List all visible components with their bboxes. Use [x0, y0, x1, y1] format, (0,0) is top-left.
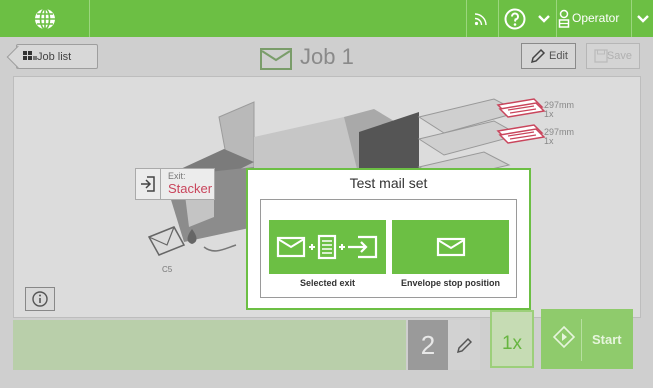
globe-icon: [34, 7, 55, 30]
pencil-icon: [530, 48, 546, 64]
save-icon: [594, 49, 608, 63]
user-button[interactable]: [558, 0, 570, 37]
envelope-stop-position-button[interactable]: [392, 220, 509, 274]
job-list-icon: [23, 51, 37, 60]
top-bar-divider: [556, 0, 557, 37]
save-button[interactable]: Save: [586, 43, 640, 69]
dialog-title: Test mail set: [349, 175, 428, 191]
selected-exit-label: Selected exit: [299, 278, 356, 288]
chevron-down-icon: [637, 14, 649, 23]
pencil-icon: [456, 337, 472, 354]
envelope-size-label: C5: [162, 265, 173, 274]
feeder-2-count: 1x: [544, 136, 554, 146]
edit-button[interactable]: Edit: [521, 43, 576, 69]
envelope-stop-position-label: Envelope stop position: [400, 278, 500, 288]
job-list-label: Job list: [37, 50, 72, 63]
user-dropdown-button[interactable]: [633, 0, 653, 37]
help-dropdown-button[interactable]: [534, 0, 554, 37]
start-icon: [552, 325, 576, 349]
user-role-label[interactable]: Operator: [572, 0, 619, 37]
chevron-down-icon: [538, 14, 550, 23]
top-bar: Operator: [0, 0, 653, 37]
selected-exit-button[interactable]: [269, 220, 386, 274]
help-button[interactable]: [499, 0, 531, 37]
operator-icon: [558, 9, 570, 28]
start-label: Start: [592, 332, 622, 347]
page-title: Job 1: [300, 44, 354, 69]
help-icon: [504, 8, 526, 29]
envelope-icon: [436, 237, 465, 257]
connection-button[interactable]: [466, 0, 496, 37]
exit-value: Stacker: [168, 181, 213, 196]
info-icon: [32, 291, 48, 307]
language-button[interactable]: [0, 0, 90, 37]
batch-count[interactable]: 1x: [490, 310, 534, 368]
rss-icon: [474, 12, 487, 25]
exit-icon: [135, 168, 161, 200]
envelope-plus-document-plus-exit-icon: [276, 234, 377, 260]
top-bar-divider: [631, 0, 632, 37]
start-divider: [581, 319, 582, 361]
bottom-status-bar: [13, 320, 406, 370]
envelope-icon: [260, 48, 292, 70]
edit-counter-button[interactable]: [448, 320, 480, 370]
feeder-1-count: 1x: [544, 109, 554, 119]
exit-label: Exit:: [168, 171, 186, 181]
job-counter: 2: [408, 320, 448, 370]
info-button[interactable]: [25, 287, 55, 311]
save-label: Save: [606, 50, 632, 62]
edit-label: Edit: [549, 50, 568, 62]
job-list-button[interactable]: Job list: [16, 44, 98, 69]
